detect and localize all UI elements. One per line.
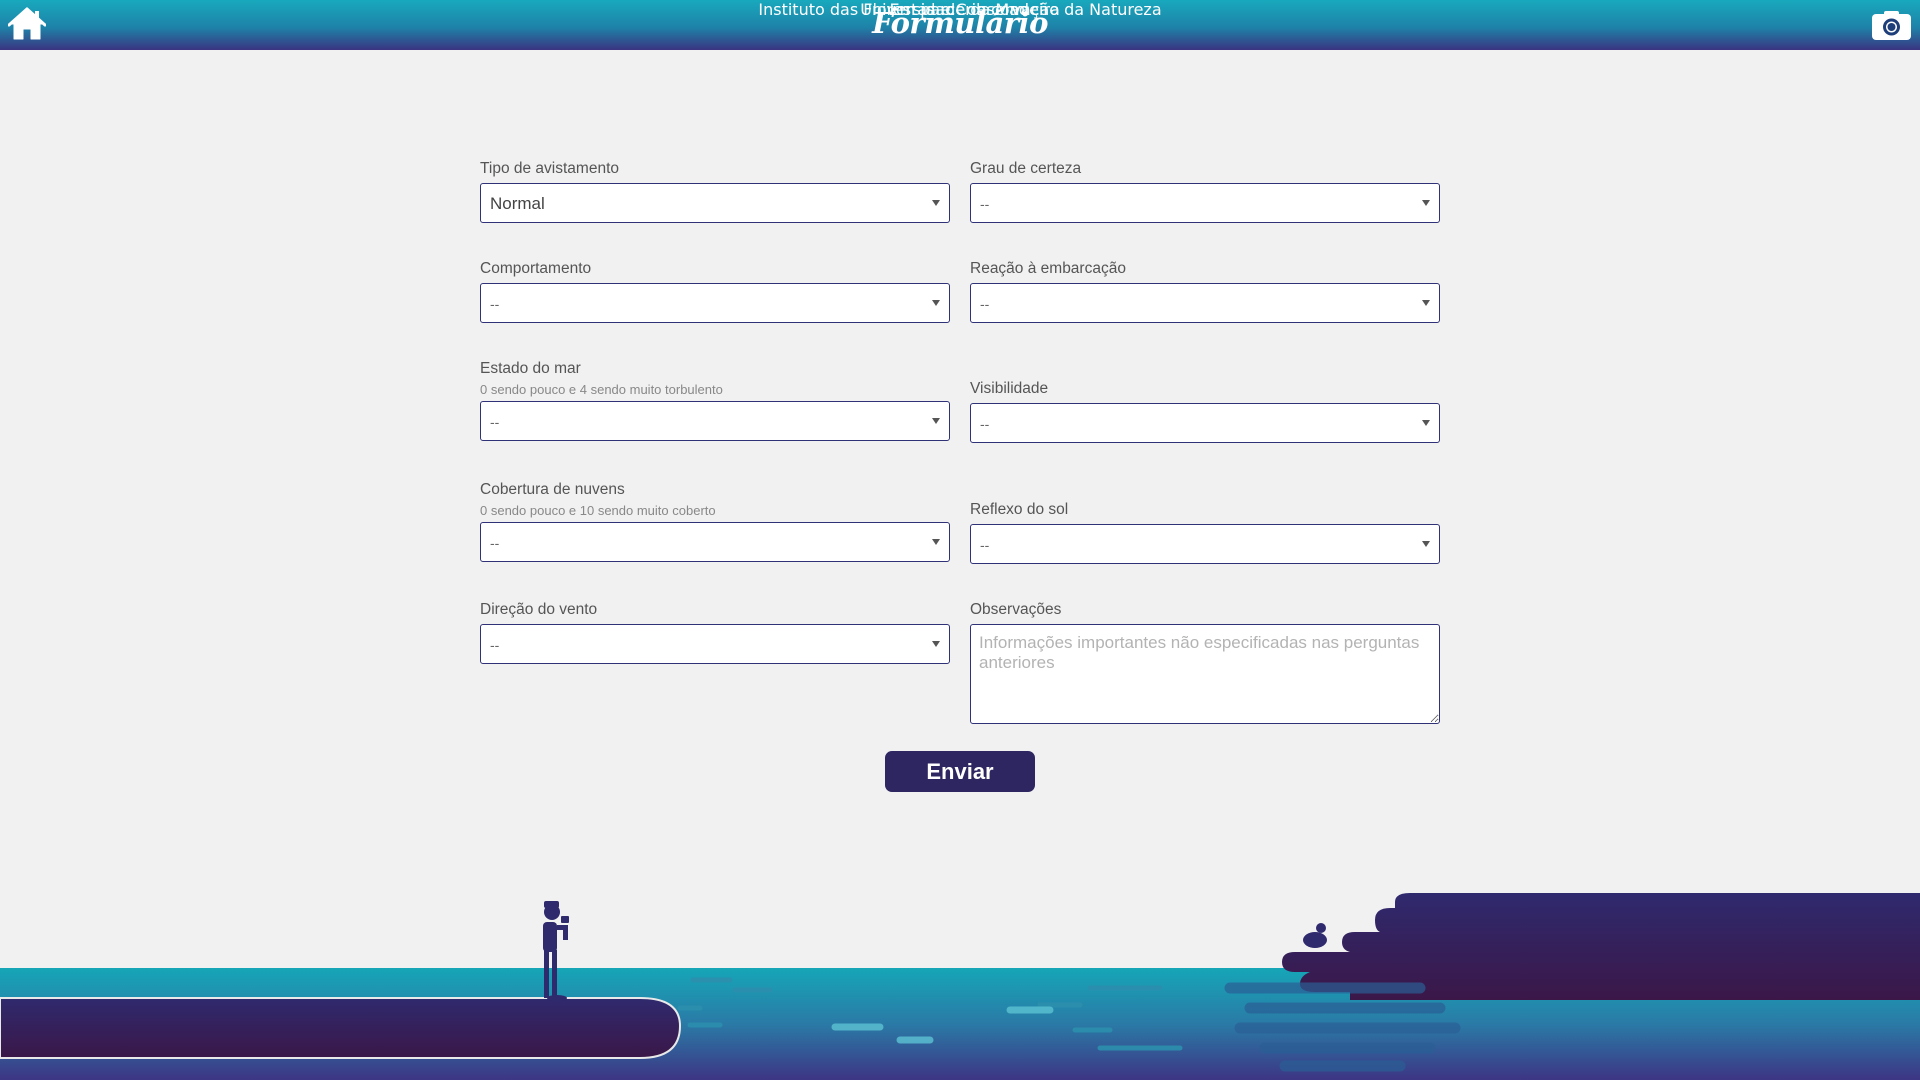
grau-certeza-value: -- — [980, 196, 990, 212]
cobertura-nuvens-select[interactable]: -- — [480, 522, 950, 562]
chevron-down-icon — [932, 641, 940, 647]
observacoes-label: Observações — [970, 601, 1062, 618]
tipo-avistamento-value: Normal — [490, 194, 545, 213]
reflexo-sol-select[interactable]: -- — [970, 524, 1440, 564]
field-tipo-avistamento: Tipo de avistamento Normal — [480, 160, 950, 223]
field-estado-mar: Estado do mar 0 sendo pouco e 4 sendo mu… — [480, 360, 950, 441]
submit-button[interactable]: Enviar — [885, 751, 1035, 792]
field-reflexo-sol: Reflexo do sol -- — [970, 501, 1440, 564]
direcao-vento-select[interactable]: -- — [480, 624, 950, 664]
tipo-avistamento-select[interactable]: Normal — [480, 183, 950, 223]
cobertura-nuvens-value: -- — [490, 535, 500, 551]
chevron-down-icon — [1422, 200, 1430, 206]
comportamento-label: Comportamento — [480, 260, 592, 277]
comportamento-select[interactable]: -- — [480, 283, 950, 323]
chevron-down-icon — [932, 418, 940, 424]
observacoes-textarea[interactable] — [970, 624, 1440, 724]
field-comportamento: Comportamento -- — [480, 260, 950, 323]
grau-certeza-select[interactable]: -- — [970, 183, 1440, 223]
chevron-down-icon — [1422, 420, 1430, 426]
reacao-embarcacao-label: Reação à embarcação — [970, 260, 1126, 277]
field-reacao-embarcacao: Reação à embarcação -- — [970, 260, 1440, 323]
chevron-down-icon — [1422, 541, 1430, 547]
estado-mar-hint: 0 sendo pouco e 4 sendo muito torbulento — [480, 382, 723, 397]
cobertura-nuvens-hint: 0 sendo pouco e 10 sendo muito coberto — [480, 503, 716, 518]
cobertura-nuvens-label: Cobertura de nuvens — [480, 481, 625, 498]
footer-illustration — [0, 893, 1920, 1080]
reacao-embarcacao-value: -- — [980, 296, 990, 312]
tipo-avistamento-label: Tipo de avistamento — [480, 160, 620, 177]
visibilidade-value: -- — [980, 416, 990, 432]
field-cobertura-nuvens: Cobertura de nuvens 0 sendo pouco e 10 s… — [480, 481, 950, 562]
partner-ifcn[interactable]: Instituto das Florestas e Conservação da… — [0, 0, 1920, 19]
direcao-vento-value: -- — [490, 637, 500, 653]
field-observacoes: Observações — [970, 601, 1440, 724]
direcao-vento-label: Direção do vento — [480, 601, 598, 618]
visibilidade-label: Visibilidade — [970, 380, 1049, 397]
field-direcao-vento: Direção do vento -- — [480, 601, 950, 664]
left-rock — [0, 997, 682, 1059]
field-grau-certeza: Grau de certeza -- — [970, 160, 1440, 223]
estado-mar-label: Estado do mar — [480, 360, 581, 377]
comportamento-value: -- — [490, 296, 500, 312]
bird-silhouette — [1303, 923, 1327, 948]
grau-certeza-label: Grau de certeza — [970, 160, 1082, 177]
visibilidade-select[interactable]: -- — [970, 403, 1440, 443]
estado-mar-value: -- — [490, 414, 500, 430]
chevron-down-icon — [932, 300, 940, 306]
reflexo-sol-value: -- — [980, 537, 990, 553]
chevron-down-icon — [932, 200, 940, 206]
reflexo-sol-label: Reflexo do sol — [970, 501, 1069, 518]
chevron-down-icon — [932, 539, 940, 545]
field-visibilidade: Visibilidade -- — [970, 380, 1440, 443]
chevron-down-icon — [1422, 300, 1430, 306]
reacao-embarcacao-select[interactable]: -- — [970, 283, 1440, 323]
estado-mar-select[interactable]: -- — [480, 401, 950, 441]
